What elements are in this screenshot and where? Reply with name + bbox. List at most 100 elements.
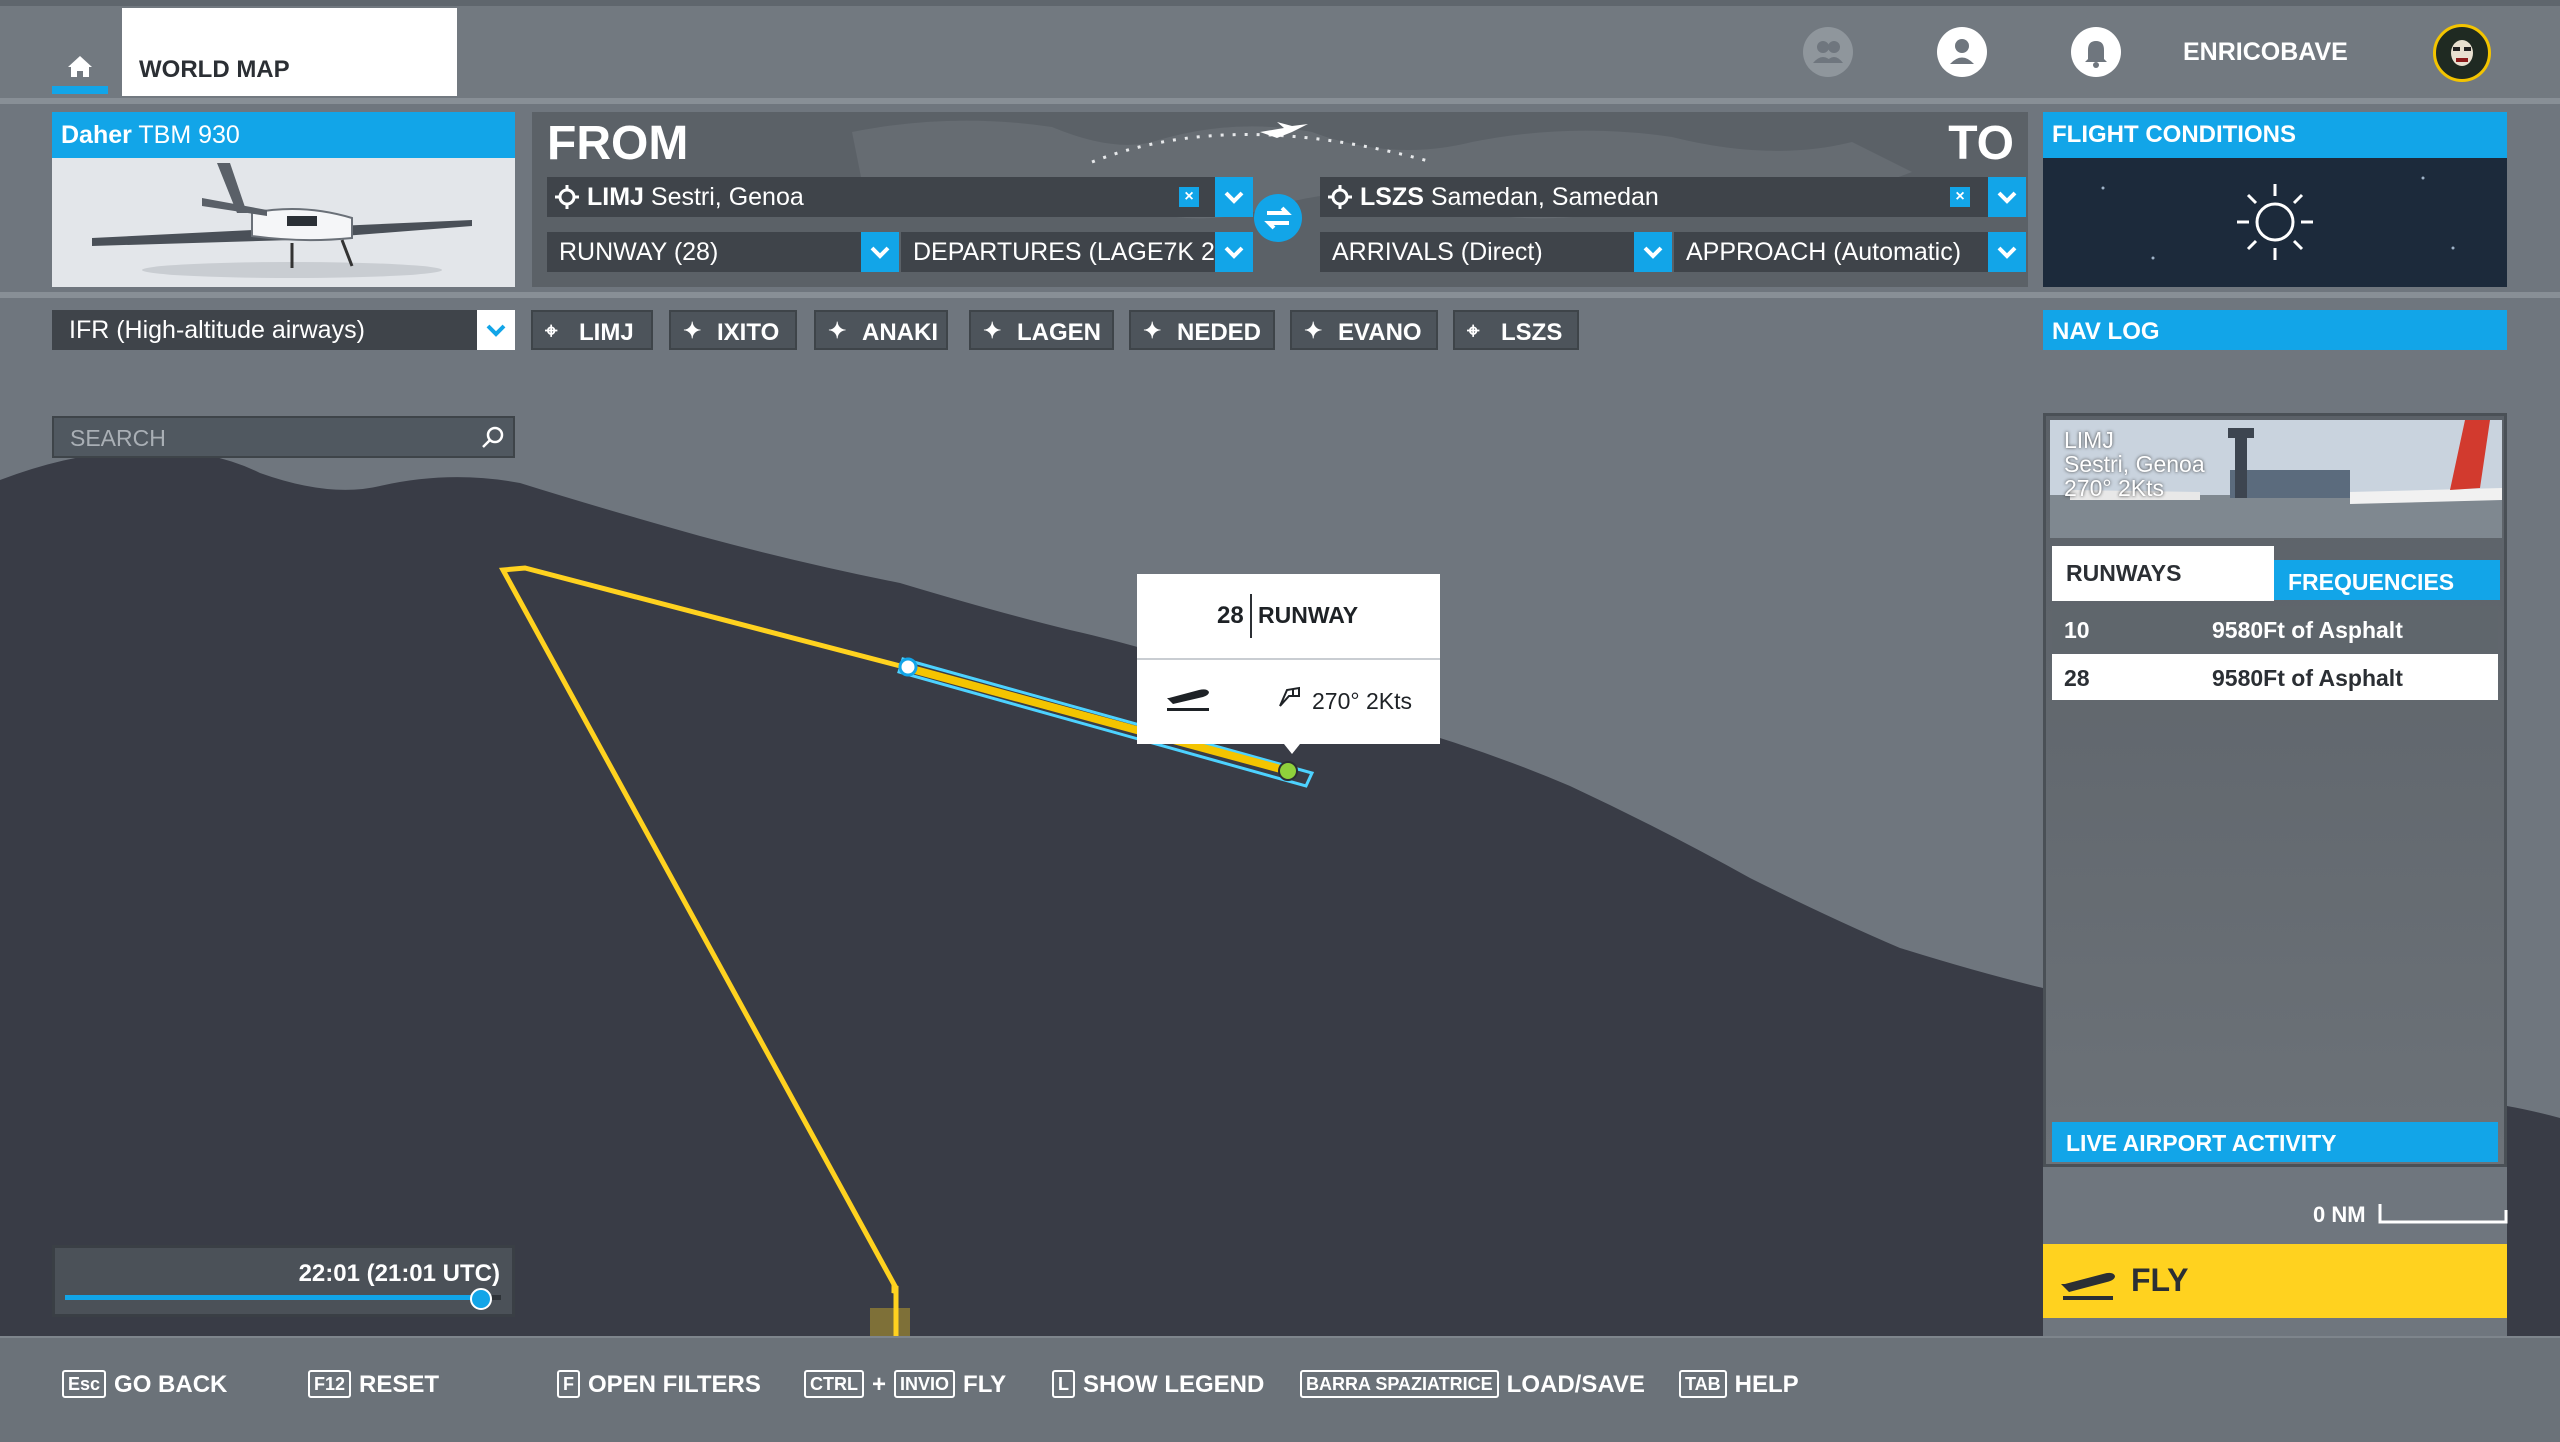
nav-log-button[interactable]: NAV LOG — [2043, 310, 2507, 350]
runway-row-number: 10 — [2064, 617, 2090, 643]
departure-icao: LIMJ — [587, 183, 644, 211]
runway-popup-separator — [1250, 594, 1252, 638]
show-legend-hint[interactable]: L SHOW LEGEND — [1052, 1369, 1265, 1405]
arrival-name: Samedan, Samedan — [1430, 183, 1659, 211]
airport-icon: ⌖ — [545, 318, 558, 343]
flight-conditions-panel[interactable]: FLIGHT CONDITIONS — [2043, 112, 2507, 287]
runway-popup[interactable]: 28 RUNWAY 270° 2Kts — [1137, 574, 1440, 754]
aircraft-header: Daher TBM 930 — [52, 112, 515, 158]
aircraft-model: TBM 930 — [138, 121, 240, 149]
flight-conditions-label: FLIGHT CONDITIONS — [2052, 121, 2296, 148]
notifications-icon[interactable] — [2071, 27, 2121, 77]
waypoint-anaki[interactable]: ✦ ANAKI — [814, 310, 948, 350]
waypoint-ixito[interactable]: ✦ IXITO — [669, 310, 797, 350]
tab-frequencies[interactable]: FREQUENCIES — [2274, 560, 2500, 600]
reset-hint[interactable]: F12 RESET — [308, 1369, 439, 1405]
runway-dropdown-button[interactable] — [861, 232, 899, 272]
key-spacebar: BARRA SPAZIATRICE — [1300, 1369, 1499, 1398]
key-plus: + — [872, 1371, 887, 1398]
airport-photo: LIMJ Sestri, Genoa 270° 2Kts — [2050, 420, 2502, 538]
time-slider-handle[interactable] — [470, 1288, 493, 1310]
waypoint-icon: ✦ — [1304, 318, 1323, 343]
world-map-tab[interactable]: WORLD MAP — [122, 8, 457, 96]
fly-hint[interactable]: CTRL + INVIO FLY — [804, 1369, 1006, 1405]
friends-icon[interactable] — [1803, 27, 1853, 77]
wind-icon — [1279, 686, 1300, 707]
search-input[interactable] — [68, 424, 472, 452]
weather-preview — [2043, 158, 2507, 287]
departure-airport-field[interactable]: LIMJ Sestri, Genoa × — [547, 177, 1253, 217]
clear-departure-button[interactable]: × — [1179, 187, 1199, 207]
flight-conditions-header: FLIGHT CONDITIONS — [2043, 112, 2507, 158]
time-label: 22:01 (21:01 UTC) — [298, 1260, 500, 1287]
runway-select[interactable]: RUNWAY (28) — [547, 232, 899, 272]
time-slider-fill — [65, 1295, 480, 1300]
nav-log-label: NAV LOG — [2052, 318, 2160, 345]
flight-type-dropdown-button[interactable] — [477, 310, 515, 350]
land-area-east — [2507, 1106, 2560, 1336]
tab-runways[interactable]: RUNWAYS — [2052, 546, 2274, 601]
home-icon — [68, 56, 92, 77]
from-label: FROM — [547, 117, 689, 170]
tab-frequencies-label: FREQUENCIES — [2288, 569, 2455, 595]
fly-button[interactable]: FLY — [2043, 1244, 2507, 1318]
waypoint-icon: ✦ — [1143, 318, 1162, 343]
departures-select-value: DEPARTURES (LAGE7K 2 — [913, 238, 1215, 266]
key-f: F — [557, 1369, 580, 1398]
runway-row[interactable]: 28 9580Ft of Asphalt — [2052, 654, 2498, 700]
approach-dropdown-button[interactable] — [1988, 232, 2026, 272]
takeoff-icon — [2061, 1272, 2115, 1300]
runway-row-description: 9580Ft of Asphalt — [2212, 665, 2403, 691]
arrival-airport-field[interactable]: LSZS Samedan, Samedan × — [1320, 177, 2026, 217]
key-l: L — [1052, 1369, 1075, 1398]
live-airport-activity-button[interactable]: LIVE AIRPORT ACTIVITY — [2052, 1122, 2498, 1162]
route-waypoint-marker[interactable] — [898, 657, 918, 677]
route-glow — [870, 1308, 910, 1336]
runway-popup-label: RUNWAY — [1258, 602, 1359, 628]
swap-airports-button[interactable] — [1254, 194, 1302, 242]
runway-popup-wind: 270° 2Kts — [1312, 688, 1412, 714]
open-filters-hint[interactable]: F OPEN FILTERS — [557, 1369, 761, 1405]
aircraft-brand: Daher — [61, 121, 132, 149]
key-f12: F12 — [308, 1369, 352, 1398]
aircraft-panel[interactable]: Daher TBM 930 — [52, 112, 515, 287]
clear-arrival-button[interactable]: × — [1950, 187, 1970, 207]
chevron-down-icon — [486, 324, 506, 337]
open-filters-label: OPEN FILTERS — [588, 1371, 761, 1398]
departure-dropdown-button[interactable] — [1215, 177, 1253, 217]
departures-dropdown-button[interactable] — [1215, 232, 1253, 272]
runway-row-description: 9580Ft of Asphalt — [2212, 617, 2403, 643]
departure-name: Sestri, Genoa — [650, 183, 804, 211]
runway-row[interactable]: 10 9580Ft of Asphalt — [2052, 606, 2498, 652]
arrivals-dropdown-button[interactable] — [1634, 232, 1672, 272]
live-airport-activity-label: LIVE AIRPORT ACTIVITY — [2066, 1130, 2337, 1156]
runway-threshold-marker[interactable] — [1278, 761, 1298, 781]
arrivals-select[interactable]: ARRIVALS (Direct) — [1320, 232, 1672, 272]
waypoint-label: LSZS — [1501, 319, 1563, 346]
username[interactable]: ENRICOBAVE — [2183, 38, 2348, 67]
waypoint-evano[interactable]: ✦ EVANO — [1290, 310, 1438, 350]
show-legend-label: SHOW LEGEND — [1083, 1371, 1265, 1398]
waypoint-label: NEDED — [1177, 319, 1262, 346]
profile-icon[interactable] — [1937, 27, 1987, 77]
approach-select[interactable]: APPROACH (Automatic) — [1674, 232, 2026, 272]
airport-panel-name: Sestri, Genoa — [2064, 451, 2205, 477]
departures-select[interactable]: DEPARTURES (LAGE7K 2 — [901, 232, 1253, 272]
bottom-hint-bar: Esc GO BACK F12 RESET F OPEN FILTERS CTRL + I… — [0, 1336, 2560, 1442]
help-hint[interactable]: TAB HELP — [1679, 1369, 1799, 1405]
waypoint-neded[interactable]: ✦ NEDED — [1129, 310, 1275, 350]
flight-type-select[interactable]: IFR (High-altitude airways) — [52, 310, 515, 350]
map-search[interactable] — [52, 416, 515, 458]
search-icon[interactable] — [480, 425, 506, 451]
go-back-hint[interactable]: Esc GO BACK — [62, 1369, 227, 1405]
waypoint-lszs[interactable]: ⌖ LSZS — [1453, 310, 1579, 350]
waypoint-limj[interactable]: ⌖ LIMJ — [531, 310, 653, 350]
avatar[interactable] — [2433, 24, 2491, 82]
arrival-dropdown-button[interactable] — [1988, 177, 2026, 217]
airport-panel-icao: LIMJ — [2064, 427, 2114, 453]
waypoint-lagen[interactable]: ✦ LAGEN — [969, 310, 1114, 350]
airport-icon: ⌖ — [1467, 318, 1480, 343]
airport-panel-wind: 270° 2Kts — [2064, 475, 2164, 501]
key-tab: TAB — [1679, 1369, 1727, 1398]
load-save-hint[interactable]: BARRA SPAZIATRICE LOAD/SAVE — [1300, 1369, 1645, 1405]
